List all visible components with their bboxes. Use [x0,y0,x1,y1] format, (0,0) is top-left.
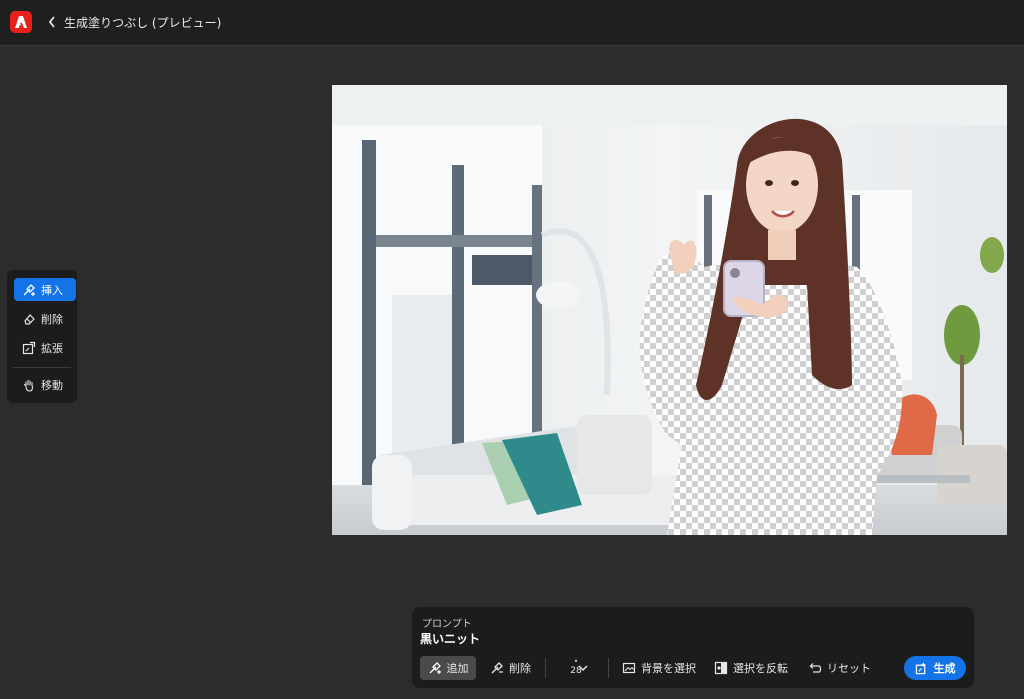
expand-icon [22,341,36,355]
image-canvas[interactable] [332,85,1007,535]
add-label: 追加 [446,662,469,675]
tool-remove-label: 削除 [41,312,63,326]
add-button[interactable]: 追加 [420,656,476,680]
separator [608,658,609,678]
adobe-logo-icon [15,16,27,28]
brush-minus-icon [490,661,504,675]
eraser-icon [22,312,36,326]
tool-move-label: 移動 [41,378,63,392]
room-photo [332,85,1007,535]
page-title: 生成塗りつぶし (プレビュー) [64,16,222,30]
generate-label: 生成 [933,662,956,675]
invert-selection-label: 選択を反転 [733,662,788,675]
chevron-down-icon [578,664,588,671]
toolbar-divider [13,367,71,368]
brush-size-dropdown[interactable] [578,656,588,680]
subtract-button[interactable]: 削除 [490,656,531,680]
select-background-label: 背景を選択 [641,662,696,675]
tool-panel: 挿入 削除 拡張 移動 [7,270,77,403]
separator [545,658,546,678]
tool-expand[interactable]: 拡張 [14,336,76,359]
top-bar: 生成塗りつぶし (プレビュー) [0,0,1024,46]
adobe-logo[interactable] [10,11,32,33]
tool-expand-label: 拡張 [41,341,63,355]
select-background-button[interactable]: 背景を選択 [622,656,696,680]
chevron-left-icon [48,16,55,28]
image-select-icon [622,661,636,675]
generate-icon [915,661,929,675]
prompt-bar: プロンプト 黒いニット 追加 削除 • 28 背景を選択 選択を反転 リセット … [412,607,974,688]
reset-button[interactable]: リセット [808,656,871,680]
prompt-label: プロンプト [422,619,472,630]
tool-insert[interactable]: 挿入 [14,278,76,301]
hand-icon [22,378,36,392]
prompt-input[interactable]: 黒いニット [420,630,480,647]
undo-icon [808,661,822,675]
reset-label: リセット [827,662,871,675]
tool-move[interactable]: 移動 [14,373,76,396]
tool-remove[interactable]: 削除 [14,307,76,330]
brush-plus-icon [22,283,36,297]
tool-insert-label: 挿入 [41,283,63,297]
subtract-label: 削除 [509,662,531,675]
generate-button[interactable]: 生成 [904,656,966,680]
back-button[interactable] [44,12,60,32]
invert-icon [714,661,728,675]
brush-plus-icon [428,661,442,675]
invert-selection-button[interactable]: 選択を反転 [714,656,788,680]
